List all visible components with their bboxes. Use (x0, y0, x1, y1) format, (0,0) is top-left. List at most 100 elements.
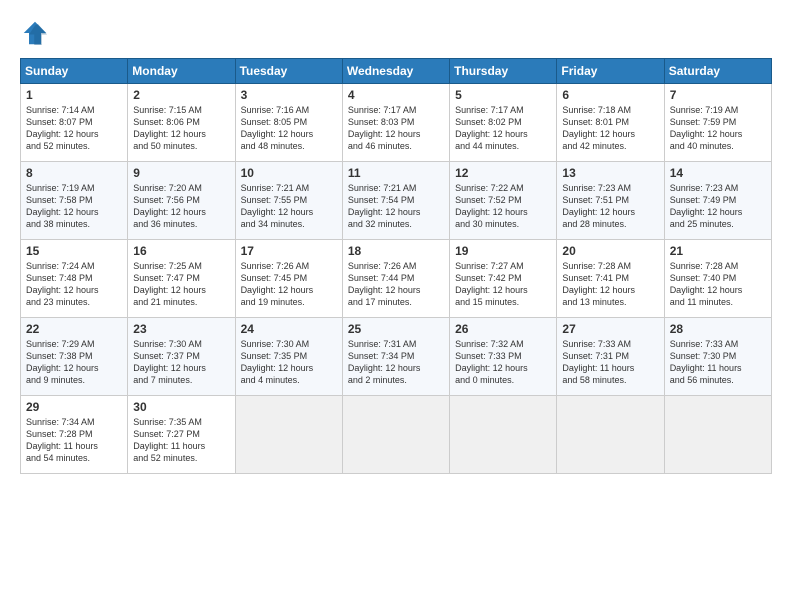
day-info: Sunrise: 7:19 AM Sunset: 7:59 PM Dayligh… (670, 104, 766, 153)
page: Sunday Monday Tuesday Wednesday Thursday… (0, 0, 792, 612)
day-info: Sunrise: 7:14 AM Sunset: 8:07 PM Dayligh… (26, 104, 122, 153)
day-info: Sunrise: 7:28 AM Sunset: 7:40 PM Dayligh… (670, 260, 766, 309)
calendar-week-1: 1 Sunrise: 7:14 AM Sunset: 8:07 PM Daylig… (21, 84, 772, 162)
day-number: 14 (670, 166, 766, 180)
day-info: Sunrise: 7:24 AM Sunset: 7:48 PM Dayligh… (26, 260, 122, 309)
day-info: Sunrise: 7:33 AM Sunset: 7:30 PM Dayligh… (670, 338, 766, 387)
day-number: 25 (348, 322, 444, 336)
day-number: 28 (670, 322, 766, 336)
day-info: Sunrise: 7:32 AM Sunset: 7:33 PM Dayligh… (455, 338, 551, 387)
day-info: Sunrise: 7:22 AM Sunset: 7:52 PM Dayligh… (455, 182, 551, 231)
calendar-cell: 22 Sunrise: 7:29 AM Sunset: 7:38 PM Dayli… (21, 318, 128, 396)
day-number: 11 (348, 166, 444, 180)
calendar-cell: 11Sunrise: 7:21 AM Sunset: 7:54 PM Dayli… (342, 162, 449, 240)
col-thursday: Thursday (450, 59, 557, 84)
day-info: Sunrise: 7:16 AM Sunset: 8:05 PM Dayligh… (241, 104, 337, 153)
day-info: Sunrise: 7:17 AM Sunset: 8:02 PM Dayligh… (455, 104, 551, 153)
day-number: 2 (133, 88, 229, 102)
calendar-cell: 23 Sunrise: 7:30 AM Sunset: 7:37 PM Dayli… (128, 318, 235, 396)
day-info: Sunrise: 7:23 AM Sunset: 7:51 PM Dayligh… (562, 182, 658, 231)
day-number: 22 (26, 322, 122, 336)
day-info: Sunrise: 7:25 AM Sunset: 7:47 PM Dayligh… (133, 260, 229, 309)
day-number: 7 (670, 88, 766, 102)
calendar-cell: 10 Sunrise: 7:21 AM Sunset: 7:55 PM Dayli… (235, 162, 342, 240)
logo-icon (20, 18, 50, 48)
col-sunday: Sunday (21, 59, 128, 84)
col-friday: Friday (557, 59, 664, 84)
day-number: 24 (241, 322, 337, 336)
calendar-week-3: 15 Sunrise: 7:24 AM Sunset: 7:48 PM Dayli… (21, 240, 772, 318)
day-number: 17 (241, 244, 337, 258)
day-number: 30 (133, 400, 229, 414)
day-info: Sunrise: 7:34 AM Sunset: 7:28 PM Dayligh… (26, 416, 122, 465)
day-info: Sunrise: 7:19 AM Sunset: 7:58 PM Dayligh… (26, 182, 122, 231)
day-number: 3 (241, 88, 337, 102)
day-number: 19 (455, 244, 551, 258)
calendar-cell: 18 Sunrise: 7:26 AM Sunset: 7:44 PM Dayli… (342, 240, 449, 318)
day-number: 21 (670, 244, 766, 258)
calendar-cell (664, 396, 771, 474)
day-info: Sunrise: 7:26 AM Sunset: 7:44 PM Dayligh… (348, 260, 444, 309)
day-info: Sunrise: 7:30 AM Sunset: 7:37 PM Dayligh… (133, 338, 229, 387)
calendar-cell: 13Sunrise: 7:23 AM Sunset: 7:51 PM Dayli… (557, 162, 664, 240)
header-row: Sunday Monday Tuesday Wednesday Thursday… (21, 59, 772, 84)
day-info: Sunrise: 7:17 AM Sunset: 8:03 PM Dayligh… (348, 104, 444, 153)
calendar-cell: 9 Sunrise: 7:20 AM Sunset: 7:56 PM Daylig… (128, 162, 235, 240)
calendar-cell: 14 Sunrise: 7:23 AM Sunset: 7:49 PM Dayli… (664, 162, 771, 240)
calendar-cell: 19 Sunrise: 7:27 AM Sunset: 7:42 PM Dayli… (450, 240, 557, 318)
day-number: 26 (455, 322, 551, 336)
calendar-cell: 6 Sunrise: 7:18 AM Sunset: 8:01 PM Daylig… (557, 84, 664, 162)
day-number: 12 (455, 166, 551, 180)
calendar-cell: 3 Sunrise: 7:16 AM Sunset: 8:05 PM Daylig… (235, 84, 342, 162)
day-number: 18 (348, 244, 444, 258)
day-info: Sunrise: 7:29 AM Sunset: 7:38 PM Dayligh… (26, 338, 122, 387)
day-number: 1 (26, 88, 122, 102)
day-number: 23 (133, 322, 229, 336)
day-info: Sunrise: 7:27 AM Sunset: 7:42 PM Dayligh… (455, 260, 551, 309)
calendar-cell: 26 Sunrise: 7:32 AM Sunset: 7:33 PM Dayli… (450, 318, 557, 396)
calendar-cell: 15 Sunrise: 7:24 AM Sunset: 7:48 PM Dayli… (21, 240, 128, 318)
day-info: Sunrise: 7:20 AM Sunset: 7:56 PM Dayligh… (133, 182, 229, 231)
calendar-cell: 24 Sunrise: 7:30 AM Sunset: 7:35 PM Dayli… (235, 318, 342, 396)
calendar-week-4: 22 Sunrise: 7:29 AM Sunset: 7:38 PM Dayli… (21, 318, 772, 396)
calendar-cell: 28 Sunrise: 7:33 AM Sunset: 7:30 PM Dayli… (664, 318, 771, 396)
col-saturday: Saturday (664, 59, 771, 84)
calendar-cell (557, 396, 664, 474)
day-info: Sunrise: 7:23 AM Sunset: 7:49 PM Dayligh… (670, 182, 766, 231)
calendar-week-2: 8 Sunrise: 7:19 AM Sunset: 7:58 PM Daylig… (21, 162, 772, 240)
day-number: 9 (133, 166, 229, 180)
day-info: Sunrise: 7:35 AM Sunset: 7:27 PM Dayligh… (133, 416, 229, 465)
calendar-cell: 29 Sunrise: 7:34 AM Sunset: 7:28 PM Dayli… (21, 396, 128, 474)
day-info: Sunrise: 7:18 AM Sunset: 8:01 PM Dayligh… (562, 104, 658, 153)
calendar-cell: 27Sunrise: 7:33 AM Sunset: 7:31 PM Dayli… (557, 318, 664, 396)
day-number: 6 (562, 88, 658, 102)
day-number: 10 (241, 166, 337, 180)
day-number: 16 (133, 244, 229, 258)
calendar-cell (342, 396, 449, 474)
calendar-cell (235, 396, 342, 474)
calendar-cell: 8 Sunrise: 7:19 AM Sunset: 7:58 PM Daylig… (21, 162, 128, 240)
day-info: Sunrise: 7:21 AM Sunset: 7:55 PM Dayligh… (241, 182, 337, 231)
calendar-cell: 2Sunrise: 7:15 AM Sunset: 8:06 PM Daylig… (128, 84, 235, 162)
day-info: Sunrise: 7:28 AM Sunset: 7:41 PM Dayligh… (562, 260, 658, 309)
calendar-cell: 12 Sunrise: 7:22 AM Sunset: 7:52 PM Dayli… (450, 162, 557, 240)
calendar-cell: 25Sunrise: 7:31 AM Sunset: 7:34 PM Dayli… (342, 318, 449, 396)
day-info: Sunrise: 7:30 AM Sunset: 7:35 PM Dayligh… (241, 338, 337, 387)
calendar-cell: 16 Sunrise: 7:25 AM Sunset: 7:47 PM Dayli… (128, 240, 235, 318)
calendar-cell: 30 Sunrise: 7:35 AM Sunset: 7:27 PM Dayli… (128, 396, 235, 474)
day-number: 8 (26, 166, 122, 180)
day-number: 15 (26, 244, 122, 258)
day-info: Sunrise: 7:26 AM Sunset: 7:45 PM Dayligh… (241, 260, 337, 309)
day-number: 27 (562, 322, 658, 336)
calendar-table: Sunday Monday Tuesday Wednesday Thursday… (20, 58, 772, 474)
calendar-cell: 7 Sunrise: 7:19 AM Sunset: 7:59 PM Daylig… (664, 84, 771, 162)
col-monday: Monday (128, 59, 235, 84)
logo (20, 18, 54, 48)
calendar-cell: 20Sunrise: 7:28 AM Sunset: 7:41 PM Dayli… (557, 240, 664, 318)
day-number: 5 (455, 88, 551, 102)
header (20, 18, 772, 48)
col-wednesday: Wednesday (342, 59, 449, 84)
calendar-cell: 4Sunrise: 7:17 AM Sunset: 8:03 PM Daylig… (342, 84, 449, 162)
calendar-week-5: 29 Sunrise: 7:34 AM Sunset: 7:28 PM Dayli… (21, 396, 772, 474)
day-number: 29 (26, 400, 122, 414)
